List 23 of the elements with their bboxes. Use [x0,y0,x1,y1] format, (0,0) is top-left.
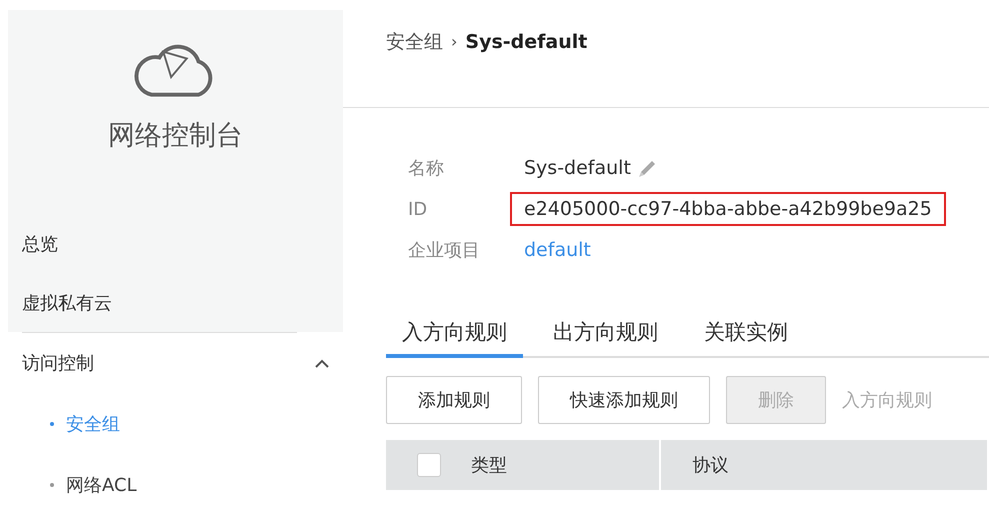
hint-text: 入方向规则 [842,389,932,412]
detail-value: Sys-default [524,157,631,179]
tab[interactable]: 关联实例 [688,310,804,358]
action-button[interactable]: 快速添加规则 [538,376,710,424]
checkbox[interactable] [417,453,441,477]
tab[interactable]: 出方向规则 [537,310,674,358]
detail-label: ID [408,198,428,220]
sidebar-subitem[interactable]: 网络ACL [8,454,343,515]
breadcrumb-current: Sys-default [465,30,588,52]
detail-label: 企业项目 [408,239,480,262]
breadcrumb-separator: › [451,32,458,51]
chevron-icon[interactable] [315,358,329,368]
console-title: 网络控制台 [107,118,244,153]
sidebar-item[interactable]: 总览 [8,214,343,274]
detail-value: e2405000-cc97-4bba-abbe-a42b99be9a25 [510,192,946,226]
detail-label: 名称 [408,157,444,180]
sidebar-item[interactable]: 虚拟私有云 [8,273,343,332]
sidebar-item[interactable]: 访问控制 [8,333,343,393]
breadcrumb-link[interactable]: 安全组 [386,28,443,54]
action-button[interactable]: 添加规则 [386,376,522,424]
column-title: 协议 [692,454,728,477]
tab[interactable]: 入方向规则 [386,310,523,358]
column-title: 类型 [471,454,507,477]
